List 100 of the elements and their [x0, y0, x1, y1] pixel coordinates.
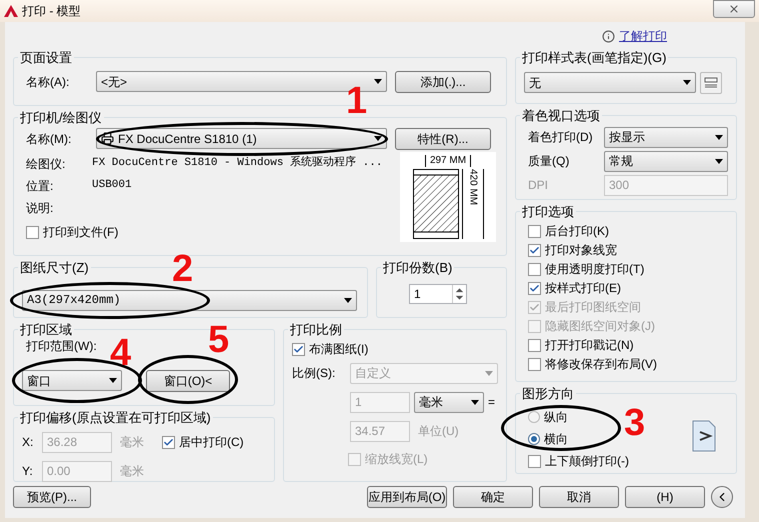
group-title: 页面设置	[19, 49, 73, 67]
info-value: FX DocuCentre S1810 - Windows 系统驱动程序 ...	[92, 155, 382, 172]
checkbox[interactable]	[292, 342, 305, 356]
field-label: =	[488, 394, 496, 411]
field-label: 打印范围(W):	[26, 338, 97, 354]
group-title: 打印偏移(原点设置在可打印区域)	[19, 409, 212, 427]
field-label: 单位(U)	[418, 423, 459, 440]
checkbox-label: 打印对象线宽	[545, 242, 617, 259]
dropdown[interactable]: FX DocuCentre S1810 (1)	[96, 128, 387, 149]
checkbox-label: 上下颠倒打印(-)	[545, 453, 629, 470]
checkbox-label: 打开打印戳记(N)	[545, 337, 634, 354]
learn-printing-link[interactable]: 了解打印	[619, 27, 667, 45]
radio-label: 横向	[544, 430, 568, 448]
field-label: 位置:	[25, 178, 54, 194]
group-title: 图纸尺寸(Z)	[19, 259, 90, 277]
unit-dropdown[interactable]: 毫米	[414, 392, 484, 412]
caret-icon	[471, 400, 479, 404]
checkbox[interactable]	[528, 338, 541, 352]
spin-arrows-icon	[452, 284, 466, 302]
checkbox[interactable]	[162, 436, 175, 448]
group-title: 打印份数(B)	[382, 259, 454, 277]
window-title: 打印 - 模型	[22, 3, 81, 20]
field-label: 着色打印(D)	[528, 129, 594, 146]
field-label: Y:	[22, 463, 34, 480]
field-label: 毫米	[120, 434, 145, 451]
caret-icon	[715, 158, 723, 164]
caret-icon	[344, 298, 352, 302]
group-title: 打印样式表(画笔指定)(G)	[521, 49, 668, 67]
group-title: 打印比例	[289, 321, 343, 339]
annotation-number: 3	[624, 404, 646, 442]
edit-style-button[interactable]	[700, 72, 722, 94]
field-label: X:	[22, 434, 34, 451]
field-label: 名称(A):	[25, 74, 70, 90]
quality-dropdown[interactable]: 常规	[604, 150, 728, 172]
caret-icon	[683, 80, 691, 85]
checkbox-label: 居中打印(C)	[179, 434, 244, 451]
checkbox-label: 缩放线宽(L)	[365, 451, 428, 468]
group-title: 着色视口选项	[521, 107, 601, 125]
field-label: 名称(M):	[25, 130, 72, 148]
annotation-number: 5	[208, 320, 230, 358]
dialog-button[interactable]: 应用到布局(O)	[367, 486, 447, 508]
group-title: 打印机/绘图仪	[19, 109, 103, 127]
hatched-page-drawing	[412, 168, 458, 238]
checkbox[interactable]	[528, 244, 541, 256]
properties-button[interactable]: 特性(R)...	[395, 128, 491, 150]
radio-label: 纵向	[544, 408, 568, 426]
close-button[interactable]	[713, 0, 755, 18]
field-label: DPI	[528, 177, 550, 194]
app-logo-icon	[4, 5, 18, 17]
checkbox-label: 使用透明度打印(T)	[545, 261, 644, 278]
caret-icon	[485, 370, 493, 376]
copies-spinner[interactable]: 1	[409, 284, 467, 304]
edit-table-icon	[704, 76, 718, 88]
radio-button[interactable]	[528, 410, 540, 422]
info-value: USB001	[92, 178, 132, 194]
checkbox-label: 打印到文件(F)	[43, 224, 118, 241]
field-label: 比例(S):	[292, 365, 336, 382]
printer-icon	[101, 132, 114, 145]
checkbox[interactable]	[528, 282, 541, 294]
checkbox[interactable]	[528, 224, 541, 238]
checkbox-label: 后台打印(K)	[545, 223, 609, 240]
radio-button[interactable]	[528, 432, 540, 444]
dialog-button[interactable]: 取消	[539, 486, 619, 508]
collapse-button[interactable]	[711, 486, 733, 508]
caret-icon	[715, 134, 723, 140]
annotation-number: 4	[110, 334, 132, 372]
preview-button[interactable]: 预览(P)...	[13, 486, 91, 508]
dialog-button[interactable]: (H)	[625, 486, 705, 508]
checkbox-label: 布满图纸(I)	[309, 341, 368, 358]
field-label: 绘图仪:	[25, 156, 66, 172]
paper-width-label: 297 MM	[424, 154, 472, 166]
close-icon	[728, 3, 740, 15]
plot-style-dropdown[interactable]: 无	[524, 72, 696, 93]
field-label: 质量(Q)	[528, 153, 570, 170]
annotation-number: 2	[172, 250, 194, 288]
info-icon	[602, 30, 615, 42]
checkbox[interactable]	[26, 226, 39, 238]
checkbox-label: 隐藏图纸空间对象(J)	[545, 318, 655, 335]
field-label: 说明:	[25, 200, 54, 216]
paper-size-dropdown[interactable]: A3(297x420mm)	[22, 290, 357, 310]
group-title: 打印区域	[19, 321, 73, 339]
group-title: 打印选项	[521, 203, 575, 221]
checkbox[interactable]	[528, 262, 541, 276]
dialog-button[interactable]: 确定	[453, 486, 533, 508]
shade-dropdown[interactable]: 按显示	[604, 126, 728, 148]
checkbox[interactable]	[528, 454, 541, 468]
caret-icon	[109, 378, 117, 383]
caret-icon	[374, 136, 382, 141]
window-button[interactable]: 窗口(O)<	[146, 370, 230, 392]
field-label: 毫米	[120, 463, 144, 480]
checkbox[interactable]	[348, 452, 361, 466]
add-button[interactable]: 添加(.)...	[395, 70, 491, 92]
checkbox-label: 将修改保存到布局(V)	[545, 356, 657, 373]
checkbox-label: 按样式打印(E)	[545, 280, 621, 297]
plot-range-dropdown[interactable]: 窗口	[22, 370, 122, 391]
group-title: 图形方向	[521, 385, 575, 403]
landscape-page-icon	[692, 420, 716, 452]
checkbox[interactable]	[528, 358, 541, 370]
checkbox-label: 最后打印图纸空间	[545, 299, 641, 316]
caret-icon	[374, 79, 382, 84]
